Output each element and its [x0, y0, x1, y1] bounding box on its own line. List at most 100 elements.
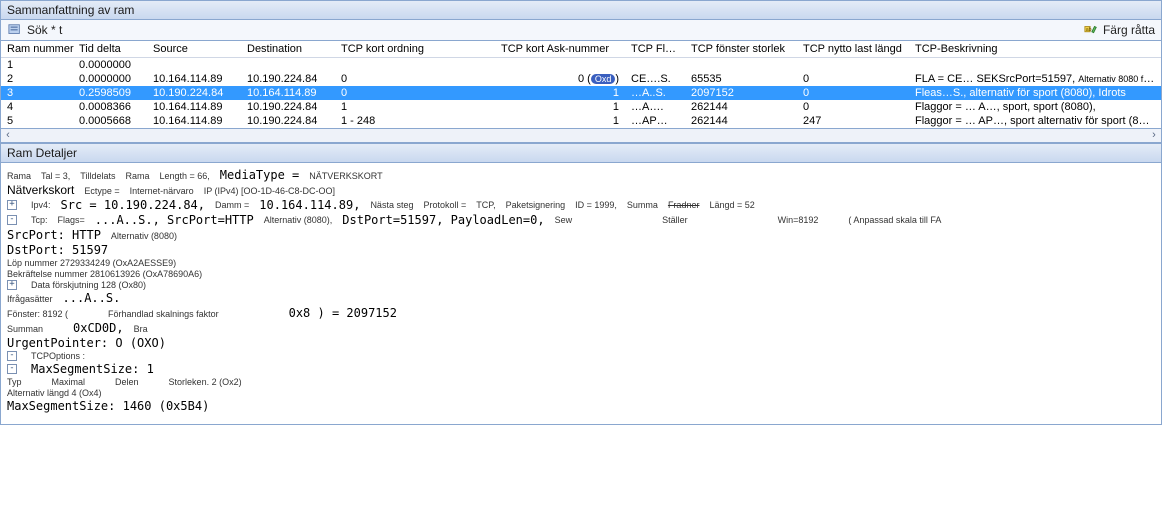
lbl-rama2: Rama	[125, 171, 149, 181]
maxseg-row[interactable]: - MaxSegmentSize: 1	[7, 362, 1155, 376]
svg-text:ab: ab	[1086, 27, 1092, 33]
scroll-left-icon[interactable]: ‹	[1, 129, 15, 142]
table-row[interactable]: 40.000836610.164.114.8910.190.224.8411…A…	[1, 100, 1161, 114]
tcp-srcport-suf: Alternativ (8080)	[111, 231, 177, 241]
tcp-fon-m: Förhandlad skalnings faktor	[108, 309, 219, 319]
tcp-sum: Summan 0xCD0D, Bra	[7, 321, 1155, 335]
cell: 0.0008366	[73, 100, 147, 114]
tcp-datashift-val: Data förskjutning 128 (Ox80)	[31, 280, 146, 290]
cell: …AP…	[625, 114, 685, 128]
cell: 0	[335, 86, 495, 100]
cell: 1	[495, 114, 625, 128]
collapse-icon[interactable]: -	[7, 215, 17, 225]
table-row[interactable]: 50.000566810.164.114.8910.190.224.841 - …	[1, 114, 1161, 128]
expand-icon[interactable]: +	[7, 280, 17, 290]
tcp-srcport: SrcPort: HTTP Alternativ (8080)	[7, 228, 1155, 242]
tcp-options[interactable]: - TCPOptions :	[7, 351, 1155, 361]
cell: 0	[797, 86, 909, 100]
summary-title: Sammanfattning av ram	[7, 3, 134, 17]
cell: 0.0005668	[73, 114, 147, 128]
search-label[interactable]: Sök * t	[27, 23, 62, 37]
hscrollbar[interactable]: ‹ ›	[0, 129, 1162, 143]
table-row[interactable]: 30.259850910.190.224.8410.164.114.8901…A…	[1, 86, 1161, 100]
tcp-urg: UrgentPointer: O (OXO)	[7, 336, 1155, 350]
lbl-ectype: Ectype =	[84, 186, 119, 196]
color-icon[interactable]: ab	[1083, 22, 1099, 38]
col-time-delta[interactable]: Tid delta	[73, 41, 147, 58]
tcp-sum-m: 0xCD0D,	[73, 321, 124, 335]
ipv4-paket: Paketsignering	[506, 200, 566, 210]
cell: 10.164.114.89	[147, 114, 241, 128]
oxd-badge: Oxd	[591, 74, 616, 84]
scroll-right-icon[interactable]: ›	[1147, 129, 1161, 142]
cell	[685, 58, 797, 72]
maxseg-parts: Typ Maximal Delen Storleken. 2 (Ox2)	[7, 377, 1155, 387]
cell	[495, 58, 625, 72]
summary-toolbar: Sök * t ab Färg råtta	[0, 20, 1162, 41]
cell: 4	[1, 100, 73, 114]
cell	[797, 58, 909, 72]
cell: 1	[495, 86, 625, 100]
ms-del: Delen	[115, 377, 139, 387]
cell: 2	[1, 72, 73, 86]
col-source[interactable]: Source	[147, 41, 241, 58]
col-tcp-flags[interactable]: TCP Fl…	[625, 41, 685, 58]
cell: 5	[1, 114, 73, 128]
tcp-row[interactable]: - Tcp: Flags= ...A..S., SrcPort=HTTP Alt…	[7, 213, 1155, 227]
expand-icon[interactable]: +	[7, 200, 17, 210]
val-mediatype: NÄTVERKSKORT	[309, 171, 382, 181]
cell: 0 (Oxd)	[495, 72, 625, 86]
cell: 1	[335, 100, 495, 114]
ipv4-damm: Damm =	[215, 200, 249, 210]
tcp-sum-r: Bra	[134, 324, 148, 334]
col-frame-number[interactable]: Ram nummer	[1, 41, 73, 58]
summary-panel-header: Sammanfattning av ram	[0, 0, 1162, 20]
details-panel-header: Ram Detaljer	[0, 143, 1162, 163]
maxseg2-row: MaxSegmentSize: 1460 (0x5B4)	[7, 399, 1155, 413]
col-tcp-win[interactable]: TCP fönster storlek	[685, 41, 797, 58]
cell: 65535	[685, 72, 797, 86]
col-tcp-ack[interactable]: TCP kort Ask-nummer	[495, 41, 625, 58]
col-destination[interactable]: Destination	[241, 41, 335, 58]
cell: …A..S.	[625, 86, 685, 100]
cell: 0	[335, 72, 495, 86]
col-tcp-desc[interactable]: TCP-Beskrivning	[909, 41, 1161, 58]
cell: …A….	[625, 100, 685, 114]
cell	[909, 58, 1161, 72]
col-tcp-payload[interactable]: TCP nytto last längd	[797, 41, 909, 58]
table-row[interactable]: 20.000000010.164.114.8910.190.224.8400 (…	[1, 72, 1161, 86]
tcp-srcport-val: SrcPort: HTTP	[7, 228, 101, 242]
lbl-natverkskort: Nätverkskort	[7, 183, 74, 197]
tcp-datashift[interactable]: + Data förskjutning 128 (Ox80)	[7, 280, 1155, 290]
altlen-row: Alternativ längd 4 (Ox4)	[7, 388, 1155, 398]
cell: 0.2598509	[73, 86, 147, 100]
summary-table-wrap: Ram nummer Tid delta Source Destination …	[0, 41, 1162, 129]
ipv4-protoval: TCP,	[476, 200, 495, 210]
ipv4-row[interactable]: + Ipv4: Src = 10.190.224.84, Damm = 10.1…	[7, 198, 1155, 212]
frame-row: Rama Tal = 3, Tilldelats Rama Length = 6…	[7, 168, 1155, 182]
tcp-win: Win=8192	[778, 215, 819, 225]
cell: Flaggor = … A…, sport, sport (8080),	[909, 100, 1161, 114]
search-icon[interactable]	[7, 22, 23, 38]
tcp-urg-val: UrgentPointer: O (OXO)	[7, 336, 166, 350]
cell: 262144	[685, 114, 797, 128]
col-tcp-seq[interactable]: TCP kort ordning	[335, 41, 495, 58]
summary-table: Ram nummer Tid delta Source Destination …	[1, 41, 1161, 128]
ipv4-id: ID = 1999,	[575, 200, 617, 210]
tcp-flagslbl: Flags=	[58, 215, 85, 225]
cell: 10.164.114.89	[147, 100, 241, 114]
ipv4-langd: Längd = 52	[709, 200, 754, 210]
collapse-icon[interactable]: -	[7, 351, 17, 361]
tcp-options-lbl: TCPOptions :	[31, 351, 85, 361]
table-row[interactable]: 10.0000000	[1, 58, 1161, 72]
details-panel: Rama Tal = 3, Tilldelats Rama Length = 6…	[0, 163, 1162, 425]
collapse-icon[interactable]: -	[7, 364, 17, 374]
toolbar-right: ab Färg råtta	[1083, 22, 1155, 38]
cell: 10.164.114.89	[147, 72, 241, 86]
ipv4-dammval: 10.164.114.89,	[259, 198, 360, 212]
color-label[interactable]: Färg råtta	[1103, 23, 1155, 37]
cell: Fleas…S., alternativ för sport (8080), I…	[909, 86, 1161, 100]
summary-header-row: Ram nummer Tid delta Source Destination …	[1, 41, 1161, 58]
cell: 1	[1, 58, 73, 72]
cell: FLA = CE… SEKSrcPort=51597, Alternativ 8…	[909, 72, 1161, 86]
